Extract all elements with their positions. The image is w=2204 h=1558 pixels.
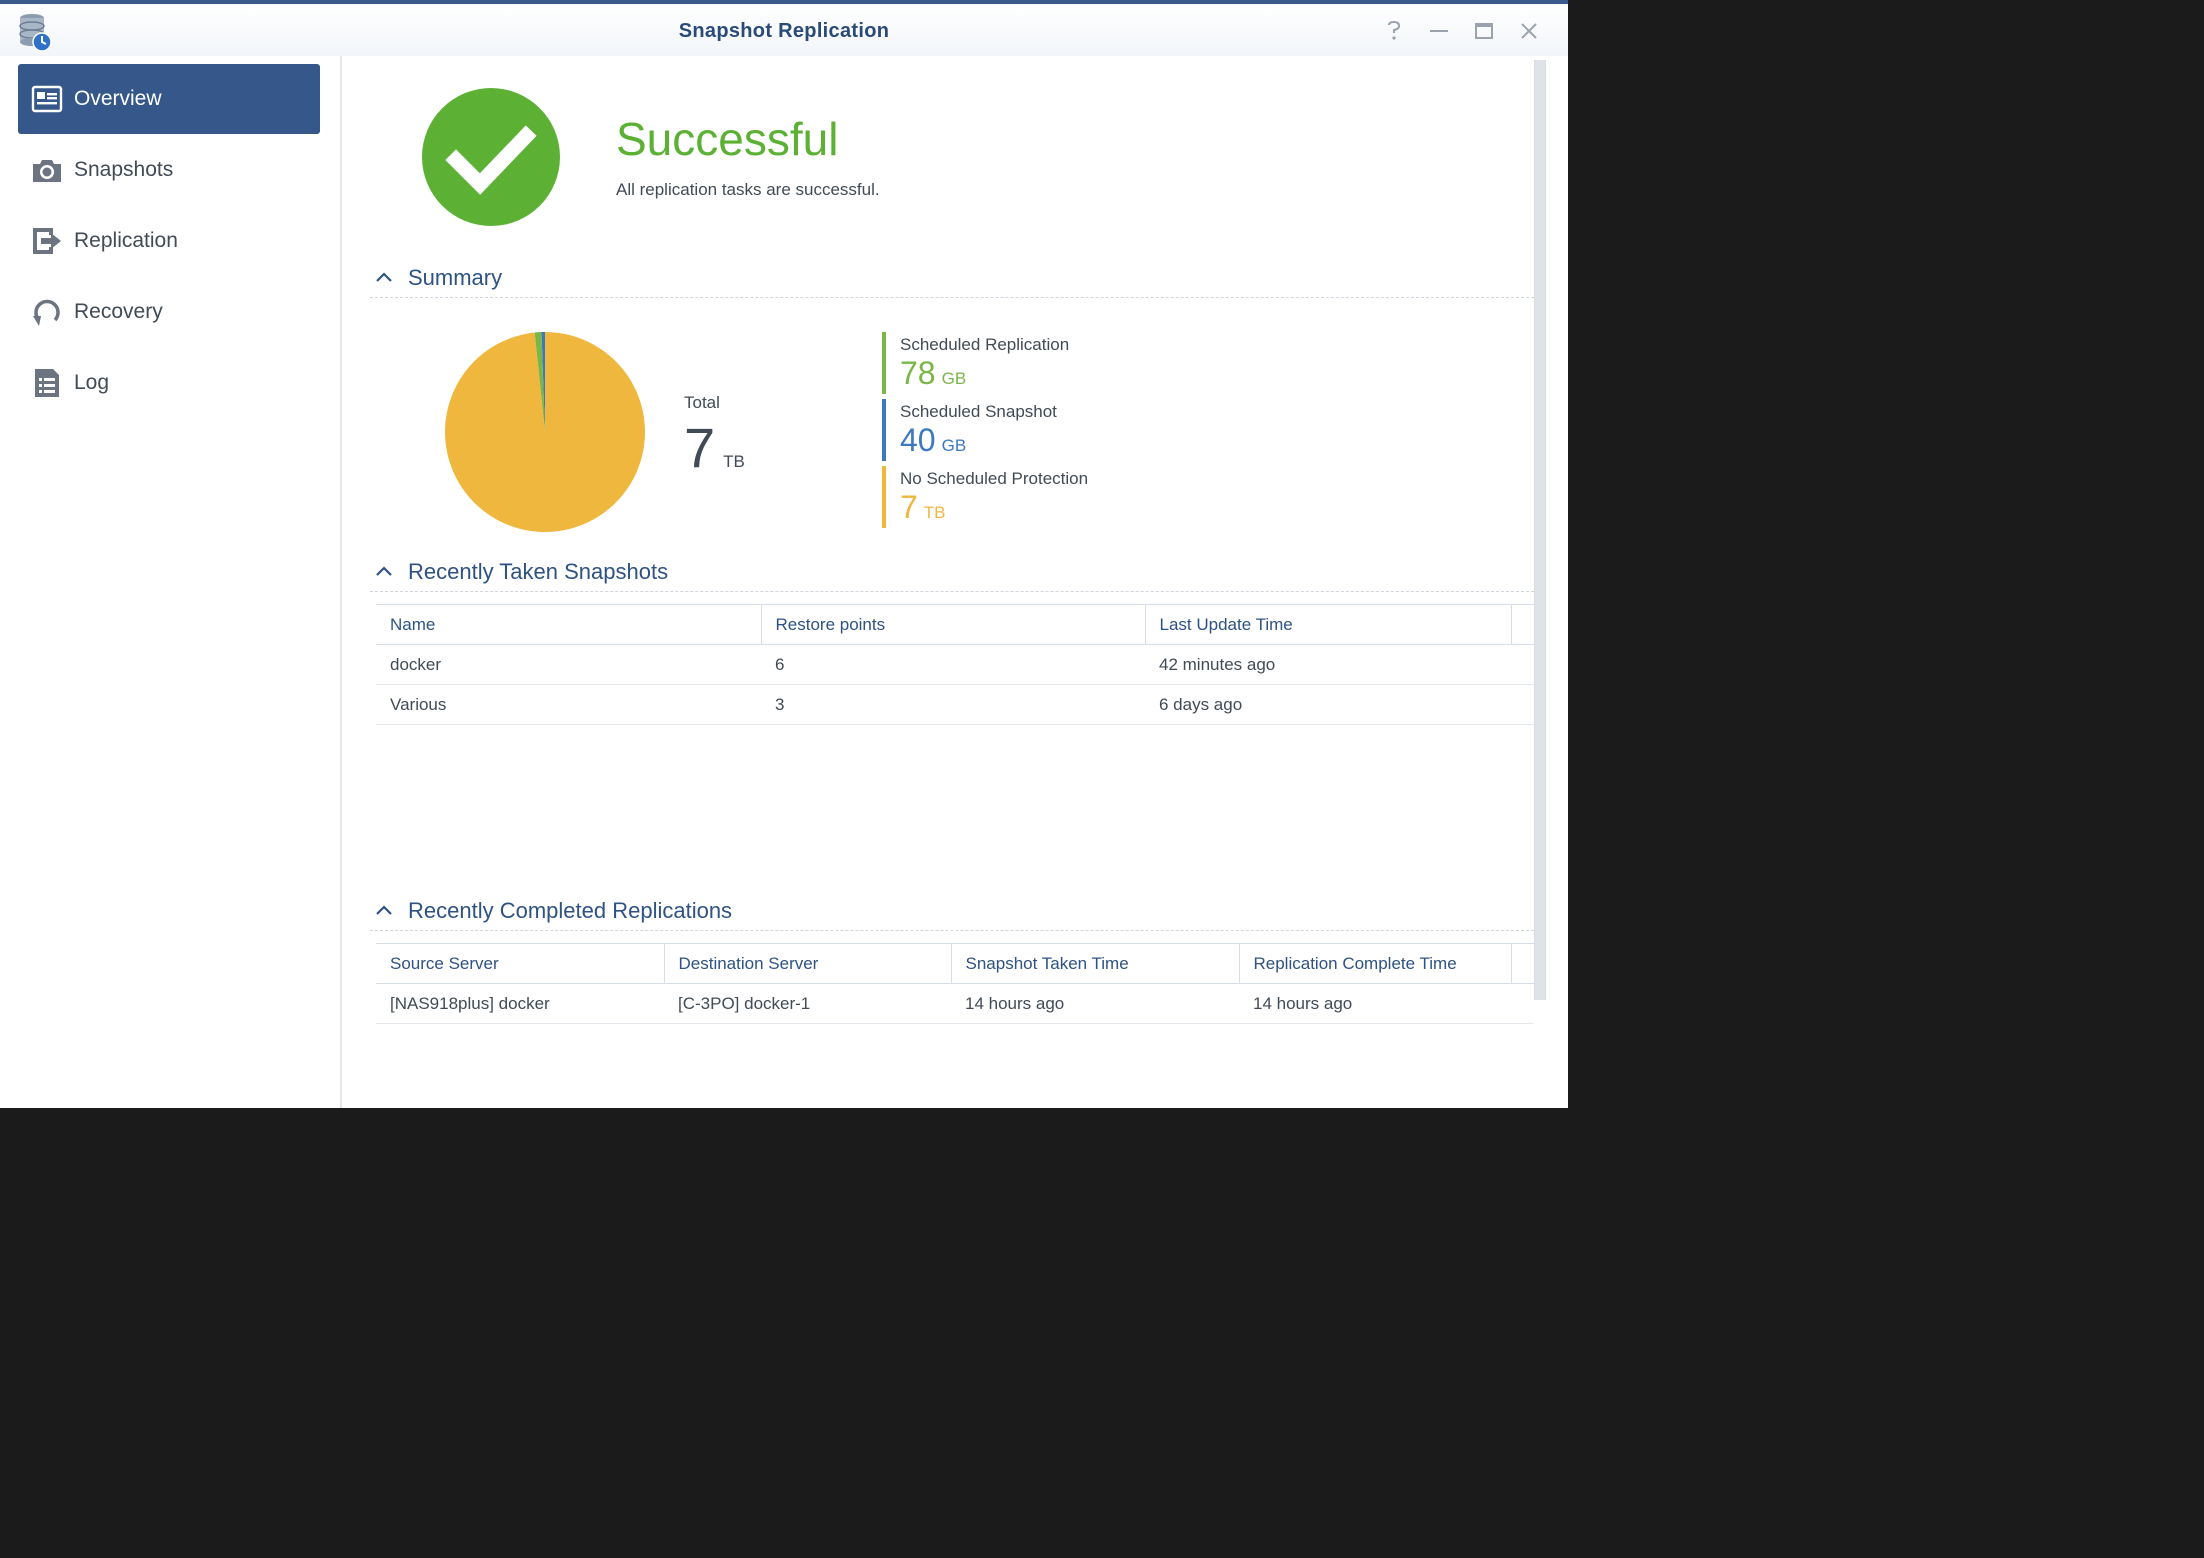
snapshots-section-header: Recently Taken Snapshots <box>370 552 1534 592</box>
app-window: Snapshot Replication Overview Snapshots <box>0 0 1568 1108</box>
checkmark-icon <box>445 125 537 195</box>
column-header-spacer <box>1511 604 1534 645</box>
cell-name: Various <box>376 684 761 725</box>
replications-section-header: Recently Completed Replications <box>370 891 1534 931</box>
sidebar: Overview Snapshots Replication Recovery <box>0 56 342 1108</box>
recovery-icon <box>30 295 64 329</box>
legend-unit: TB <box>923 503 946 522</box>
scrollbar-thumb[interactable] <box>1535 60 1545 1000</box>
title-bar: Snapshot Replication <box>0 4 1568 56</box>
legend-number: 78 <box>900 355 936 391</box>
storage-pie-chart <box>445 332 645 532</box>
legend-label: Scheduled Replication <box>900 335 1070 354</box>
legend-value: 7 TB <box>900 489 1302 531</box>
replications-title: Recently Completed Replications <box>408 897 733 923</box>
legend-color-bar <box>882 466 886 528</box>
status-title: Successful <box>616 113 839 165</box>
cell-last-update-time: 42 minutes ago <box>1145 644 1511 685</box>
replication-arrow-icon <box>30 224 64 258</box>
cell-name: docker <box>376 644 761 685</box>
table-header-row: Name Restore points Last Update Time <box>376 604 1534 645</box>
table-header-row: Source Server Destination Server Snapsho… <box>376 943 1534 984</box>
total-number: 7 <box>684 416 716 479</box>
sidebar-item-snapshots[interactable]: Snapshots <box>18 135 320 205</box>
legend-unit: GB <box>941 436 967 455</box>
minimize-icon[interactable] <box>1426 18 1452 44</box>
legend-label: Scheduled Snapshot <box>900 402 1057 421</box>
total-unit: TB <box>723 452 745 471</box>
column-header-restore-points[interactable]: Restore points <box>761 604 1146 645</box>
column-header-last-update-time[interactable]: Last Update Time <box>1145 604 1512 645</box>
cell-destination-server: [C-3PO] docker-1 <box>664 983 951 1024</box>
sidebar-item-log[interactable]: Log <box>18 348 320 418</box>
help-icon[interactable] <box>1381 18 1407 44</box>
legend-scheduled-replication: Scheduled Replication 78 GB <box>882 332 1302 394</box>
close-icon[interactable] <box>1516 18 1542 44</box>
column-header-snapshot-taken-time[interactable]: Snapshot Taken Time <box>951 943 1240 984</box>
table-row[interactable]: [NAS918plus] docker [C-3PO] docker-1 14 … <box>376 983 1534 1024</box>
snapshots-title: Recently Taken Snapshots <box>408 558 669 584</box>
legend-unit: GB <box>941 369 967 388</box>
overview-card-icon <box>30 82 64 116</box>
legend-number: 40 <box>900 422 936 458</box>
window-title: Snapshot Replication <box>678 20 890 42</box>
cell-source-server: [NAS918plus] docker <box>376 983 664 1024</box>
sidebar-item-recovery[interactable]: Recovery <box>18 277 320 347</box>
total-label: Total <box>684 393 720 412</box>
snapshots-table: Name Restore points Last Update Time doc… <box>376 604 1534 725</box>
legend-number: 7 <box>900 489 918 525</box>
sidebar-item-label: Replication <box>74 229 178 252</box>
cell-snapshot-taken-time: 14 hours ago <box>951 983 1239 1024</box>
collapse-chevron-icon[interactable] <box>374 561 396 583</box>
legend-scheduled-snapshot: Scheduled Snapshot 40 GB <box>882 399 1302 461</box>
success-status-badge <box>422 88 560 226</box>
table-row[interactable]: docker 6 42 minutes ago <box>376 644 1534 685</box>
column-header-name[interactable]: Name <box>376 604 762 645</box>
collapse-chevron-icon[interactable] <box>374 900 396 922</box>
sidebar-item-label: Recovery <box>74 300 163 323</box>
total-value: 7 TB <box>684 416 745 494</box>
legend-color-bar <box>882 399 886 461</box>
legend-value: 40 GB <box>900 422 1302 464</box>
column-header-destination-server[interactable]: Destination Server <box>664 943 952 984</box>
sidebar-item-label: Snapshots <box>74 158 174 181</box>
log-list-icon <box>30 366 64 400</box>
sidebar-item-replication[interactable]: Replication <box>18 206 320 276</box>
table-row[interactable]: Various 3 6 days ago <box>376 684 1534 725</box>
legend-no-scheduled-protection: No Scheduled Protection 7 TB <box>882 466 1302 528</box>
column-header-replication-complete-time[interactable]: Replication Complete Time <box>1239 943 1512 984</box>
cell-spacer <box>1511 684 1534 725</box>
legend-color-bar <box>882 332 886 394</box>
sidebar-item-label: Overview <box>74 87 162 110</box>
cell-restore-points: 6 <box>761 644 1145 685</box>
cell-spacer <box>1511 983 1534 1024</box>
sidebar-item-label: Log <box>74 371 110 394</box>
camera-icon <box>30 153 64 187</box>
column-header-source-server[interactable]: Source Server <box>376 943 665 984</box>
cell-last-update-time: 6 days ago <box>1145 684 1511 725</box>
replications-table: Source Server Destination Server Snapsho… <box>376 943 1534 1024</box>
pie-slice-no-scheduled-protection <box>445 332 645 532</box>
status-description: All replication tasks are successful. <box>616 180 880 199</box>
maximize-icon[interactable] <box>1471 18 1497 44</box>
summary-section-header: Summary <box>370 258 1534 298</box>
column-header-spacer <box>1511 943 1534 984</box>
legend-value: 78 GB <box>900 355 1302 397</box>
legend-label: No Scheduled Protection <box>900 469 1089 488</box>
cell-restore-points: 3 <box>761 684 1145 725</box>
summary-title: Summary <box>408 264 503 290</box>
sidebar-item-overview[interactable]: Overview <box>18 64 320 134</box>
collapse-chevron-icon[interactable] <box>374 267 396 289</box>
cell-spacer <box>1511 644 1534 685</box>
main-content: Successful All replication tasks are suc… <box>344 56 1534 1108</box>
cell-replication-complete-time: 14 hours ago <box>1239 983 1511 1024</box>
